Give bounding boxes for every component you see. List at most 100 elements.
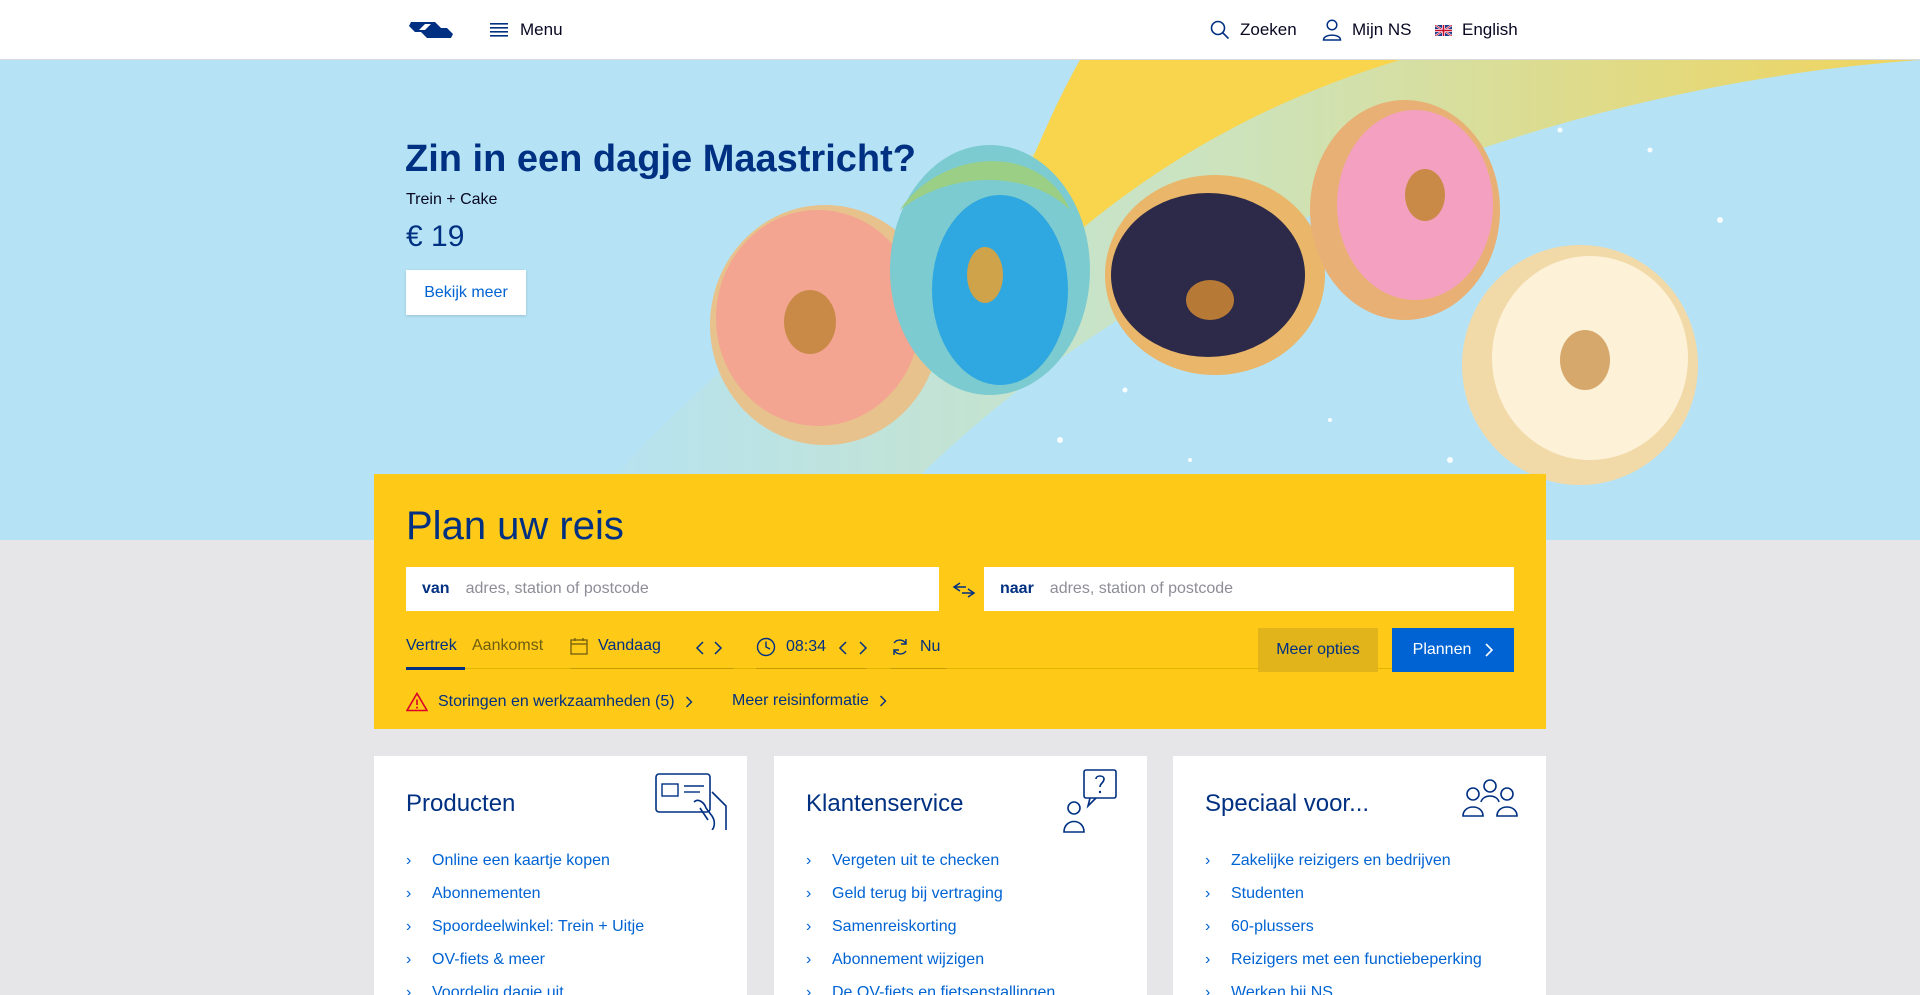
chevron-right-icon: › [806,950,812,968]
time-underline [756,668,866,669]
chevron-right-icon: › [406,917,412,935]
chevron-right-icon: › [406,851,412,869]
chevron-right-icon: › [1205,851,1211,869]
clock-icon [756,637,776,657]
search-button[interactable]: Zoeken [1210,18,1297,42]
time-picker[interactable]: 08:34 [756,637,826,657]
tab-departure[interactable]: Vertrek [406,637,457,655]
ticket-card-icon [655,773,727,830]
list-item[interactable]: › Online een kaartje kopen [406,844,644,877]
chevron-right-icon: › [1205,884,1211,902]
plan-button[interactable]: Plannen [1392,628,1514,672]
list-item-label: Abonnement wijzigen [832,950,985,968]
menu-button[interactable]: Menu [490,18,563,42]
date-next-icon[interactable] [713,641,723,655]
search-label: Zoeken [1240,20,1297,39]
planner-title: Plan uw reis [406,504,624,548]
list-item[interactable]: › Werken bij NS [1205,976,1482,995]
list-item[interactable]: › Studenten [1205,877,1482,910]
list-item-label: 60-plussers [1231,917,1314,935]
chocolate-donut [1105,175,1325,375]
list-item[interactable]: › Geld terug bij vertraging [806,877,1055,910]
special-for-card: Speciaal voor... › Zakelijke reizigers en… [1173,756,1546,995]
more-travel-info-link[interactable]: Meer reisinformatie [732,692,887,710]
group-people-icon [1462,779,1518,817]
now-underline [890,668,946,669]
user-icon [1322,19,1342,41]
to-label: naar [1000,580,1034,597]
card-title: Producten [406,790,516,817]
uk-flag-icon [1435,24,1452,36]
now-label: Nu [920,638,941,655]
language-label: English [1462,20,1518,39]
chevron-right-icon: › [806,983,812,995]
list-item[interactable]: › De OV-fiets en fietsenstallingen [806,976,1055,995]
chevron-right-icon: › [406,950,412,968]
top-header: Menu Zoeken Mijn NS English [0,0,1920,60]
disruptions-label: Storingen en werkzaamheden (5) [438,693,675,710]
list-item-label: Voordelig dagje uit [432,983,564,995]
list-item-label: OV-fiets & meer [432,950,545,968]
account-button[interactable]: Mijn NS [1322,18,1412,42]
customer-service-list: › Vergeten uit te checken › Geld terug bij… [806,844,1055,995]
time-value: 08:34 [786,638,827,655]
tab-arrival[interactable]: Aankomst [472,637,543,655]
list-item[interactable]: › Abonnement wijzigen [806,943,1055,976]
products-list: › Online een kaartje kopen › Abonnementen … [406,844,644,995]
to-field[interactable]: naar adres, station of postcode [984,567,1514,611]
list-item-label: Online een kaartje kopen [432,851,610,869]
list-item-label: Werken bij NS [1231,983,1333,995]
list-item-label: Reizigers met een functiebeperking [1231,950,1482,968]
more-options-button[interactable]: Meer opties [1258,628,1378,672]
date-picker[interactable]: Vandaag [570,637,661,655]
chevron-right-icon: › [406,884,412,902]
list-item[interactable]: › Zakelijke reizigers en bedrijven [1205,844,1482,877]
disruptions-link[interactable]: Storingen en werkzaamheden (5) [406,692,693,712]
chevron-right-icon: › [406,983,412,995]
list-item[interactable]: › Samenreiskorting [806,910,1055,943]
now-button[interactable]: Nu [890,637,940,657]
list-item[interactable]: › Vergeten uit te checken [806,844,1055,877]
ns-logo-icon[interactable] [405,18,457,42]
journey-planner: Plan uw reis van adres, station of postc… [374,474,1546,729]
hero-cta-button[interactable]: Bekijk meer [406,270,526,315]
time-next-icon[interactable] [858,641,868,655]
chevron-right-icon [879,695,887,707]
list-item[interactable]: › Voordelig dagje uit [406,976,644,995]
pink-glazed-donut [1310,100,1500,320]
from-label: van [422,580,450,597]
from-field[interactable]: van adres, station of postcode [406,567,939,611]
account-label: Mijn NS [1352,20,1412,39]
warning-icon [406,692,428,712]
active-tab-indicator [406,667,465,670]
chevron-right-icon: › [806,851,812,869]
swap-direction-icon[interactable] [952,579,976,601]
list-item[interactable]: › Spoordeelwinkel: Trein + Uitje [406,910,644,943]
hero-title: Zin in een dagje Maastricht? [405,138,916,180]
list-item[interactable]: › 60-plussers [1205,910,1482,943]
calendar-icon [570,638,588,655]
language-switch[interactable]: English [1435,18,1518,42]
list-item[interactable]: › OV-fiets & meer [406,943,644,976]
list-item-label: Vergeten uit te checken [832,851,1000,869]
card-title: Speciaal voor... [1205,790,1370,817]
chevron-right-icon: › [806,917,812,935]
hamburger-icon [490,23,508,37]
hero-price: € 19 [406,220,465,253]
list-item-label: Geld terug bij vertraging [832,884,1003,902]
list-item-label: Studenten [1231,884,1304,902]
refresh-icon [893,639,907,655]
list-item-label: Samenreiskorting [832,917,957,935]
customer-question-icon [1063,769,1117,833]
date-value: Vandaag [598,637,661,654]
list-item[interactable]: › Reizigers met een functiebeperking [1205,943,1482,976]
donuts-illustration [560,60,1920,540]
date-prev-icon[interactable] [695,641,705,655]
chevron-right-icon: › [1205,917,1211,935]
hero-banner: Zin in een dagje Maastricht? Trein + Cak… [0,60,1920,540]
time-prev-icon[interactable] [838,641,848,655]
list-item-label: Spoordeelwinkel: Trein + Uitje [432,917,645,935]
card-title: Klantenservice [806,790,964,817]
menu-label: Menu [520,20,563,39]
list-item[interactable]: › Abonnementen [406,877,644,910]
